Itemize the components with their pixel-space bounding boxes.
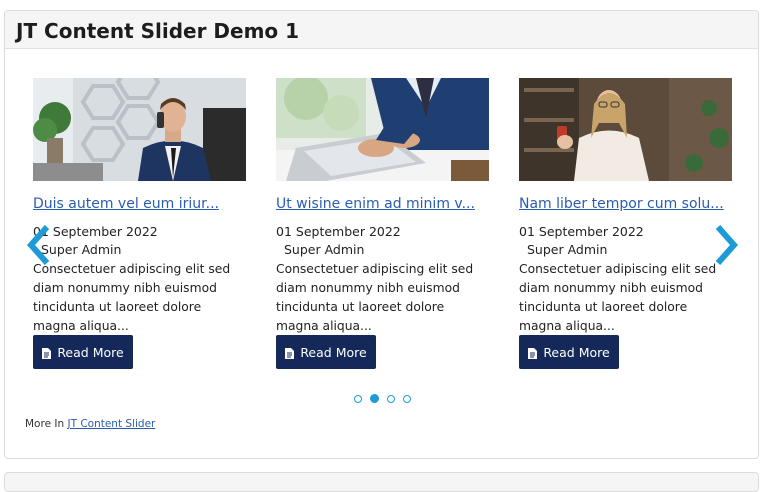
slider-pagination — [354, 394, 411, 403]
slide-author: Super Admin — [284, 242, 365, 257]
pagination-dot[interactable] — [354, 395, 362, 403]
slide-author: Super Admin — [527, 242, 608, 257]
slide-item: Ut wisine enim ad minim v... 01 Septembe… — [276, 78, 489, 369]
next-module-header — [4, 472, 759, 492]
slide-title-link[interactable]: Ut wisine enim ad minim v... — [276, 195, 506, 213]
slide-excerpt: Consectetuer adipiscing elit sed diam no… — [276, 262, 474, 333]
woman-with-smartphone-photo — [519, 78, 732, 181]
read-more-label: Read More — [57, 344, 124, 360]
slide-title-link[interactable]: Duis autem vel eum iriur... — [33, 195, 263, 213]
slide-image[interactable] — [519, 78, 732, 181]
document-icon — [42, 347, 52, 359]
content-slider-module: JT Content Slider Demo 1 Duis autem vel … — [4, 10, 759, 459]
read-more-button[interactable]: Read More — [33, 335, 133, 369]
slide-title-link[interactable]: Nam liber tempor cum solu... — [519, 195, 749, 213]
slide-excerpt: Consectetuer adipiscing elit sed diam no… — [519, 262, 717, 333]
read-more-label: Read More — [300, 344, 367, 360]
slide-date: 01 September 2022 — [519, 224, 644, 239]
document-icon — [285, 347, 295, 359]
slide-item: Duis autem vel eum iriur... 01 September… — [33, 78, 246, 369]
slider-next-arrow[interactable] — [710, 223, 740, 267]
chevron-right-icon — [715, 225, 739, 265]
pagination-dot[interactable] — [387, 395, 395, 403]
slider-prev-arrow[interactable] — [25, 223, 55, 267]
slide-excerpt: Consectetuer adipiscing elit sed diam no… — [33, 262, 231, 333]
document-icon — [528, 347, 538, 359]
slide-item: Nam liber tempor cum solu... 01 Septembe… — [519, 78, 732, 369]
businessman-on-phone-photo — [33, 78, 246, 181]
slide-date: 01 September 2022 — [276, 224, 401, 239]
pagination-dot-active[interactable] — [370, 394, 379, 403]
module-header: JT Content Slider Demo 1 — [5, 11, 758, 49]
more-in-footer: More In JT Content Slider — [25, 418, 155, 430]
more-in-label: More In — [25, 418, 65, 430]
pagination-dot[interactable] — [403, 395, 411, 403]
businessman-typing-laptop-photo — [276, 78, 489, 181]
module-title: JT Content Slider Demo 1 — [16, 19, 300, 43]
read-more-button[interactable]: Read More — [276, 335, 376, 369]
more-in-category-link[interactable]: JT Content Slider — [67, 418, 155, 430]
read-more-button[interactable]: Read More — [519, 335, 619, 369]
chevron-left-icon — [26, 225, 50, 265]
read-more-label: Read More — [543, 344, 610, 360]
slide-image[interactable] — [276, 78, 489, 181]
slide-image[interactable] — [33, 78, 246, 181]
